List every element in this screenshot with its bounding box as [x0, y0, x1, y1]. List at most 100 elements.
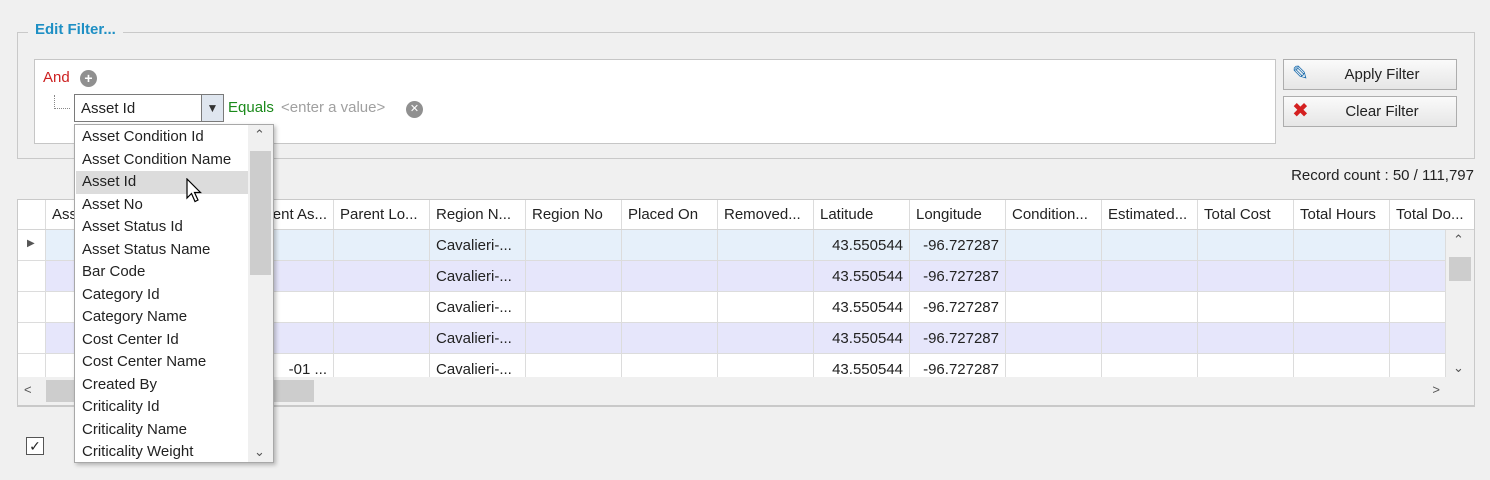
cell: [1006, 292, 1102, 322]
field-dropdown-list[interactable]: Asset Condition Id Asset Condition Name …: [74, 124, 274, 463]
operator-equals[interactable]: Equals: [228, 99, 274, 116]
cell: [526, 323, 622, 353]
row-indicator: [18, 292, 46, 322]
clear-filter-label: Clear Filter: [1345, 103, 1419, 120]
cell: [526, 292, 622, 322]
chevron-down-icon[interactable]: ▼: [201, 95, 223, 121]
chevron-up-icon[interactable]: ⌃: [254, 127, 265, 143]
list-item[interactable]: Asset No: [76, 194, 248, 217]
group-operator-and[interactable]: And: [43, 69, 70, 86]
scroll-thumb[interactable]: [250, 151, 271, 275]
cell-region: Cavalieri-...: [430, 292, 526, 322]
field-select-value: Asset Id: [81, 100, 136, 117]
cell: [1006, 230, 1102, 260]
list-item[interactable]: Asset Status Name: [76, 239, 248, 262]
cell: [1102, 230, 1198, 260]
scroll-thumb[interactable]: [1449, 257, 1471, 281]
cell: [334, 292, 430, 322]
cell: [1006, 323, 1102, 353]
cell-region: Cavalieri-...: [430, 261, 526, 291]
list-item[interactable]: Asset Condition Id: [76, 126, 248, 149]
list-item[interactable]: Criticality Name: [76, 419, 248, 442]
col-header[interactable]: Parent Lo...: [334, 200, 430, 229]
apply-filter-label: Apply Filter: [1344, 66, 1420, 83]
cell-longitude: -96.727287: [910, 261, 1006, 291]
filter-enabled-checkbox[interactable]: ✓: [26, 437, 44, 455]
clear-filter-button[interactable]: ✖ Clear Filter: [1283, 96, 1457, 127]
cell-latitude: 43.550544: [814, 292, 910, 322]
cell: [622, 292, 718, 322]
col-header[interactable]: Latitude: [814, 200, 910, 229]
col-header[interactable]: Region N...: [430, 200, 526, 229]
list-item[interactable]: Bar Code: [76, 261, 248, 284]
col-header[interactable]: Longitude: [910, 200, 1006, 229]
row-pointer-icon: ▶: [27, 238, 35, 249]
list-item[interactable]: Criticality Id: [76, 396, 248, 419]
close-circle-icon[interactable]: ✕: [406, 101, 423, 118]
chevron-up-icon[interactable]: ⌃: [1453, 232, 1464, 248]
cell: [1102, 292, 1198, 322]
chevron-down-icon[interactable]: ⌄: [1453, 360, 1464, 376]
tree-connector: [54, 95, 70, 109]
field-select[interactable]: Asset Id ▼: [74, 94, 224, 122]
col-header[interactable]: Total Do...: [1390, 200, 1474, 229]
cell: [1390, 230, 1446, 260]
cell: [1294, 292, 1390, 322]
cell: [622, 323, 718, 353]
col-header[interactable]: Total Hours: [1294, 200, 1390, 229]
col-header[interactable]: Condition...: [1006, 200, 1102, 229]
cell: [1198, 261, 1294, 291]
list-item[interactable]: Criticality Weight: [76, 441, 248, 462]
chevron-left-icon[interactable]: <: [24, 382, 32, 397]
cell: [1294, 230, 1390, 260]
dropdown-scrollbar[interactable]: ⌃ ⌄: [248, 125, 273, 462]
list-item[interactable]: Asset Condition Name: [76, 149, 248, 172]
cell-longitude: -96.727287: [910, 230, 1006, 260]
list-item[interactable]: Created By: [76, 374, 248, 397]
col-header[interactable]: Region No: [526, 200, 622, 229]
cell: [1390, 323, 1446, 353]
col-header[interactable]: Placed On: [622, 200, 718, 229]
row-indicator: [18, 323, 46, 353]
cell-latitude: 43.550544: [814, 261, 910, 291]
cell: [1198, 292, 1294, 322]
edit-filter-title: Edit Filter...: [28, 21, 123, 38]
list-item[interactable]: Cost Center Id: [76, 329, 248, 352]
cell: [718, 230, 814, 260]
cell: [334, 230, 430, 260]
value-input[interactable]: <enter a value>: [281, 99, 385, 116]
cell: [1198, 230, 1294, 260]
plus-circle-icon[interactable]: +: [80, 70, 97, 87]
cell: [334, 323, 430, 353]
chevron-down-icon[interactable]: ⌄: [254, 444, 265, 460]
cell: [718, 261, 814, 291]
chevron-right-icon[interactable]: >: [1432, 382, 1440, 397]
col-header[interactable]: Removed...: [718, 200, 814, 229]
list-item[interactable]: Asset Status Id: [76, 216, 248, 239]
cell: [1198, 323, 1294, 353]
cell: [1102, 261, 1198, 291]
cell: [1294, 261, 1390, 291]
cell: [1390, 261, 1446, 291]
cell: [622, 261, 718, 291]
col-header[interactable]: Estimated...: [1102, 200, 1198, 229]
cell: [718, 292, 814, 322]
cell: [1006, 261, 1102, 291]
list-item[interactable]: Category Id: [76, 284, 248, 307]
cell-latitude: 43.550544: [814, 230, 910, 260]
header-indicator: [18, 200, 46, 229]
cell: [1294, 323, 1390, 353]
record-count: Record count : 50 / 111,797: [1291, 167, 1474, 184]
cell-latitude: 43.550544: [814, 323, 910, 353]
list-item-hover[interactable]: Asset Id: [76, 171, 248, 194]
list-item[interactable]: Cost Center Name: [76, 351, 248, 374]
cell: [526, 230, 622, 260]
cell: [334, 261, 430, 291]
cell-region: Cavalieri-...: [430, 230, 526, 260]
cell-longitude: -96.727287: [910, 292, 1006, 322]
grid-vertical-scrollbar[interactable]: ⌃ ⌄: [1446, 230, 1474, 378]
col-header[interactable]: Total Cost: [1198, 200, 1294, 229]
row-indicator: ▶: [18, 230, 46, 260]
list-item[interactable]: Category Name: [76, 306, 248, 329]
apply-filter-button[interactable]: ✎ Apply Filter: [1283, 59, 1457, 90]
